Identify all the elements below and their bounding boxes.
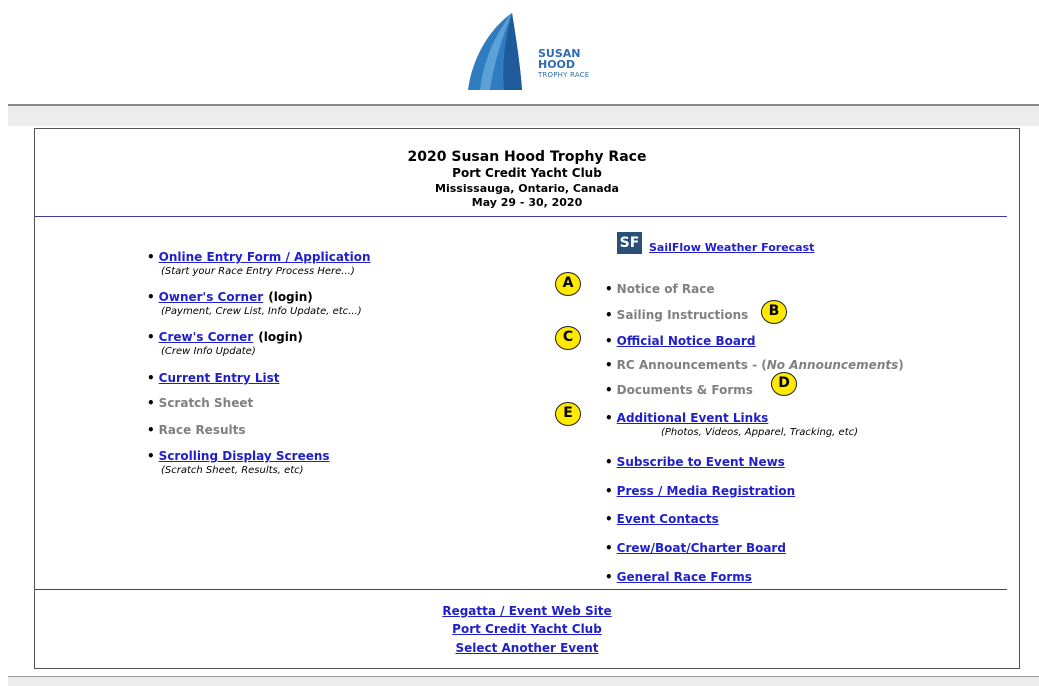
footer-rule (35, 589, 1007, 590)
select-event-item: Select Another Event (35, 637, 1019, 656)
notice-of-race-item: • Notice of Race (605, 282, 715, 296)
owners-login-label: (login) (268, 290, 313, 304)
online-entry-item: • Online Entry Form / Application (Start … (147, 250, 371, 277)
scrolling-display-item: • Scrolling Display Screens (Scratch Shee… (147, 449, 330, 476)
online-entry-link[interactable]: Online Entry Form / Application (159, 250, 371, 264)
crew-board-link[interactable]: Crew/Boat/Charter Board (617, 541, 786, 555)
subscribe-item: • Subscribe to Event News (605, 455, 785, 469)
race-results-label: Race Results (158, 423, 246, 437)
sailflow-item: SailFlow Weather Forecast (649, 236, 814, 255)
sail-logo-icon (468, 13, 522, 90)
owners-corner-item: • Owner's Corner (login) (Payment, Crew L… (147, 290, 362, 317)
scrolling-display-link[interactable]: Scrolling Display Screens (159, 449, 330, 463)
subscribe-link[interactable]: Subscribe to Event News (617, 455, 785, 469)
sailflow-link[interactable]: SailFlow Weather Forecast (649, 241, 814, 254)
header-rule (35, 216, 1007, 217)
general-forms-item: • General Race Forms (605, 570, 752, 584)
event-panel: 2020 Susan Hood Trophy Race Port Credit … (34, 128, 1020, 669)
select-event-link[interactable]: Select Another Event (455, 641, 598, 655)
crews-login-label: (login) (258, 330, 303, 344)
scrolling-display-note: (Scratch Sheet, Results, etc) (161, 465, 304, 476)
rc-announcements-item: • RC Announcements - (No Announcements) (605, 358, 904, 372)
event-dates: May 29 - 30, 2020 (471, 196, 583, 209)
documents-forms-label: Documents & Forms (616, 383, 753, 397)
online-entry-note: (Start your Race Entry Process Here...) (161, 266, 355, 277)
badge-b: B (761, 300, 787, 324)
event-club: Port Credit Yacht Club (452, 166, 602, 180)
event-contacts-link[interactable]: Event Contacts (617, 512, 719, 526)
club-link[interactable]: Port Credit Yacht Club (452, 622, 602, 636)
contacts-item: • Event Contacts (605, 512, 719, 526)
rc-announcements-status: No Announcements (766, 358, 899, 372)
sailflow-icon[interactable]: SF (617, 232, 642, 254)
general-forms-link[interactable]: General Race Forms (617, 570, 752, 584)
club-link-item: Port Credit Yacht Club (35, 618, 1019, 637)
badge-c: C (555, 326, 581, 350)
rc-announcements-close: ) (898, 358, 904, 372)
additional-links-link[interactable]: Additional Event Links (617, 411, 769, 425)
event-title: 2020 Susan Hood Trophy Race (407, 149, 647, 165)
regatta-site-item: Regatta / Event Web Site (35, 600, 1019, 619)
race-results-item: • Race Results (147, 423, 246, 437)
crew-board-item: • Crew/Boat/Charter Board (605, 541, 786, 555)
documents-forms-item: • Documents & Forms (605, 383, 753, 397)
scratch-sheet-item: • Scratch Sheet (147, 396, 254, 410)
notice-of-race-label: Notice of Race (616, 282, 715, 296)
official-notice-item: • Official Notice Board (605, 334, 756, 348)
regatta-site-link[interactable]: Regatta / Event Web Site (442, 604, 611, 618)
owners-corner-note: (Payment, Crew List, Info Update, etc...… (161, 306, 362, 317)
badge-d: D (771, 372, 797, 396)
owners-corner-link[interactable]: Owner's Corner (159, 290, 263, 304)
entry-list-item: • Current Entry List (147, 371, 280, 385)
press-registration-link[interactable]: Press / Media Registration (617, 484, 796, 498)
entry-list-link[interactable]: Current Entry List (159, 371, 280, 385)
sailing-instructions-item: • Sailing Instructions (605, 308, 749, 322)
badge-a: A (555, 272, 581, 296)
additional-links-item: • Additional Event Links (Photos, Videos,… (605, 411, 859, 438)
additional-links-note: (Photos, Videos, Apparel, Tracking, etc) (661, 427, 859, 438)
event-logo: SUSAN HOOD TROPHY RACE (450, 8, 620, 98)
official-notice-link[interactable]: Official Notice Board (617, 334, 756, 348)
event-location: Mississauga, Ontario, Canada (435, 182, 619, 195)
sailing-instructions-label: Sailing Instructions (616, 308, 749, 322)
badge-e: E (555, 402, 581, 426)
header-bar (8, 106, 1039, 126)
crews-corner-item: • Crew's Corner (login) (Crew Info Update… (147, 330, 303, 357)
press-item: • Press / Media Registration (605, 484, 796, 498)
crews-corner-note: (Crew Info Update) (161, 346, 256, 357)
logo-line-3: TROPHY RACE (538, 71, 590, 79)
rc-announcements-label: RC Announcements - ( (616, 358, 767, 372)
scratch-sheet-label: Scratch Sheet (158, 396, 254, 410)
logo-line-2: HOOD (538, 58, 576, 71)
crews-corner-link[interactable]: Crew's Corner (159, 330, 254, 344)
